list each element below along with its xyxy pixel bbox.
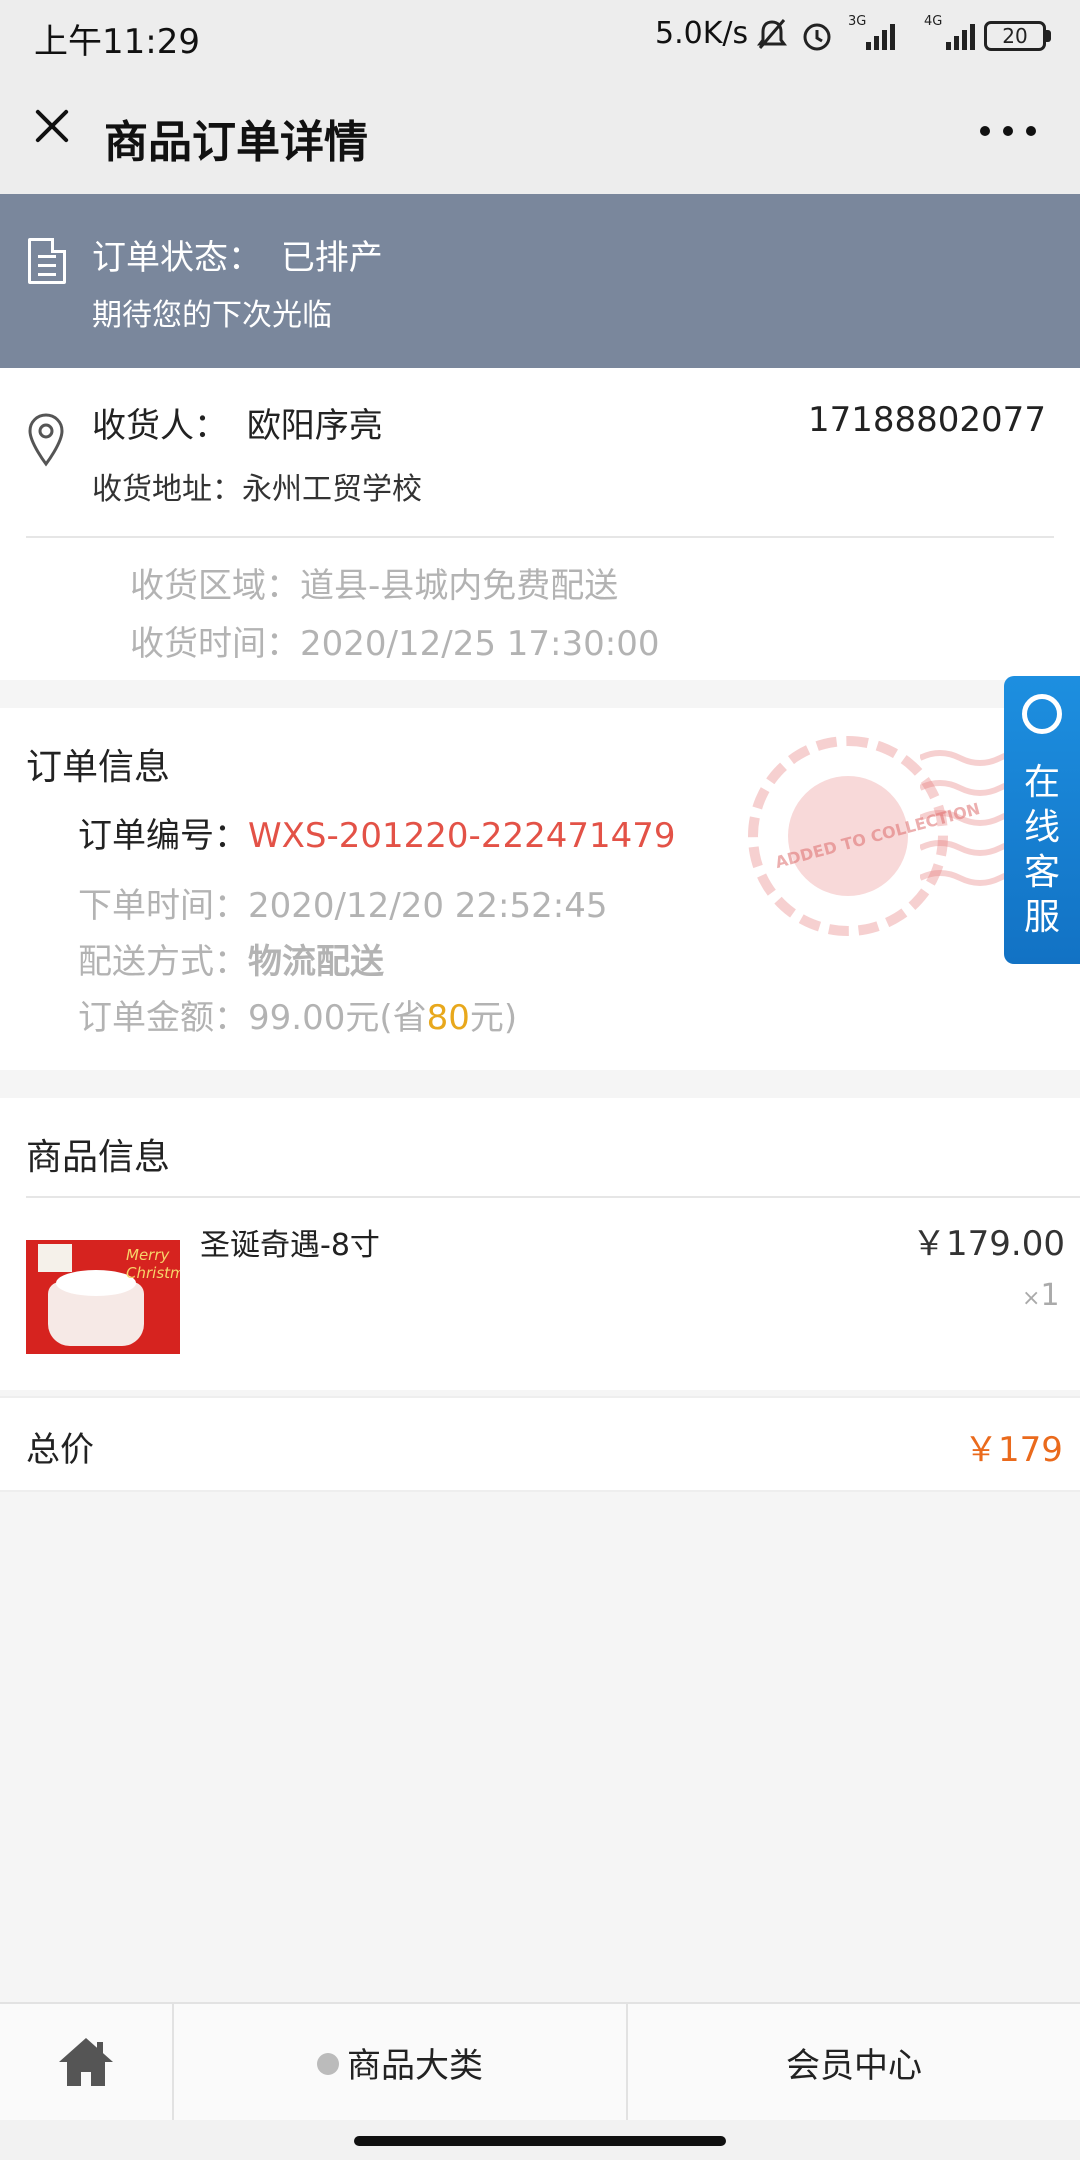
order-amount: 订单金额：99.00元(省80元) — [78, 990, 517, 1039]
total-value: ￥179 — [964, 1430, 1063, 1470]
battery-tip — [1046, 30, 1051, 42]
order-time-label: 下单时间： — [78, 886, 248, 926]
tab-home[interactable] — [0, 2004, 172, 2120]
order-shipping: 配送方式：物流配送 — [78, 934, 384, 983]
headset-icon — [1022, 694, 1062, 734]
network-speed: 5.0K/s — [655, 16, 749, 51]
order-number-value[interactable]: WXS-201220-222471479 — [248, 816, 676, 856]
order-info-card: ADDED TO COLLECTION 订单信息 订单编号：WXS-201220… — [0, 708, 1080, 1070]
order-status-banner: 订单状态： 已排产 期待您的下次光临 — [0, 194, 1080, 368]
battery-icon: 20 — [984, 21, 1046, 51]
status-time: 上午11:29 — [34, 22, 200, 62]
goods-price: ￥179.00 — [912, 1224, 1065, 1264]
goods-thumbnail-image[interactable]: Merry Christmas — [26, 1240, 180, 1354]
signal-3g-icon: 3G — [848, 14, 895, 50]
cake-top — [56, 1270, 136, 1296]
goods-info-card: 商品信息 Merry Christmas 圣诞奇遇-8寸 ￥179.00 ×1 — [0, 1098, 1080, 1390]
total-label: 总价 — [26, 1430, 94, 1470]
order-shipping-label: 配送方式： — [78, 942, 248, 982]
divider — [26, 536, 1054, 538]
order-info-title: 订单信息 — [26, 747, 171, 788]
order-amount-saved: 80 — [426, 998, 470, 1038]
receiver-card: 收货人： 欧阳序亮 17188802077 收货地址：永州工贸学校 收货区域：道… — [0, 368, 1080, 680]
menu-dot-icon — [317, 2053, 339, 2075]
alarm-clock-icon — [800, 18, 834, 60]
location-pin-icon — [26, 412, 66, 468]
receiver-address-label: 收货地址： — [92, 472, 242, 507]
receiver-region: 收货区域：道县-县城内免费配送 — [130, 558, 618, 607]
tab-categories-label: 商品大类 — [347, 2045, 483, 2086]
nav-bar: 商品订单详情 — [0, 70, 1080, 194]
receiver-time: 收货时间：2020/12/25 17:30:00 — [130, 616, 659, 665]
more-options-icon[interactable] — [980, 126, 1036, 146]
mute-bell-icon — [756, 18, 788, 60]
customer-service-label: 在线客服 — [1023, 762, 1060, 938]
order-number-label: 订单编号： — [78, 816, 248, 856]
goods-name[interactable]: 圣诞奇遇-8寸 — [200, 1220, 380, 1264]
receiver-time-value: 2020/12/25 17:30:00 — [300, 624, 660, 664]
receiver-phone[interactable]: 17188802077 — [808, 400, 1046, 440]
order-time-value: 2020/12/20 22:52:45 — [248, 886, 608, 926]
receiver-name-value: 欧阳序亮 — [246, 406, 383, 446]
receiver-region-value: 道县-县城内免费配送 — [300, 566, 619, 606]
receiver-address-value: 永州工贸学校 — [242, 472, 422, 507]
divider — [26, 1196, 1080, 1198]
cake-house-decoration — [38, 1244, 72, 1272]
status-bar: 上午11:29 5.0K/s 3G 4G 20 — [0, 0, 1080, 70]
order-amount-suffix: 元) — [469, 998, 518, 1038]
order-number: 订单编号：WXS-201220-222471479 — [78, 808, 676, 857]
tab-member-label: 会员中心 — [786, 2045, 922, 2086]
goods-quantity: ×1 — [1022, 1278, 1060, 1313]
receiver-region-label: 收货区域： — [130, 566, 300, 606]
bottom-tab-bar: 商品大类 会员中心 — [0, 2002, 1080, 2120]
document-icon — [28, 238, 66, 284]
order-amount-label: 订单金额： — [78, 998, 248, 1038]
total-card: 总价 ￥179 — [0, 1396, 1080, 1492]
goods-quantity-value: 1 — [1040, 1278, 1060, 1313]
page-title: 商品订单详情 — [104, 117, 368, 168]
goods-info-title: 商品信息 — [26, 1137, 171, 1178]
receiver-name-label: 收货人： — [92, 406, 228, 446]
receiver-name: 收货人： 欧阳序亮 — [92, 398, 383, 447]
order-status-label: 订单状态： — [92, 238, 262, 278]
home-icon — [59, 2038, 113, 2086]
order-time: 下单时间：2020/12/20 22:52:45 — [78, 878, 607, 927]
receiver-time-label: 收货时间： — [130, 624, 300, 664]
order-status-message: 期待您的下次光临 — [92, 298, 332, 333]
order-status: 订单状态： 已排产 — [92, 230, 383, 279]
order-status-value: 已排产 — [280, 238, 383, 278]
close-icon[interactable] — [24, 98, 80, 154]
signal-4g-icon: 4G — [924, 14, 975, 50]
customer-service-button[interactable]: 在线客服 — [1004, 676, 1080, 964]
goods-quantity-prefix: × — [1022, 1286, 1041, 1311]
tab-categories[interactable]: 商品大类 — [174, 2004, 626, 2120]
tab-member-center[interactable]: 会员中心 — [628, 2004, 1080, 2120]
order-amount-prefix: 99.00元(省 — [248, 998, 427, 1038]
cake-image-text: Merry Christmas — [126, 1246, 180, 1282]
receiver-address: 收货地址：永州工贸学校 — [92, 464, 422, 508]
order-shipping-value: 物流配送 — [248, 942, 384, 982]
home-indicator[interactable] — [354, 2136, 726, 2146]
